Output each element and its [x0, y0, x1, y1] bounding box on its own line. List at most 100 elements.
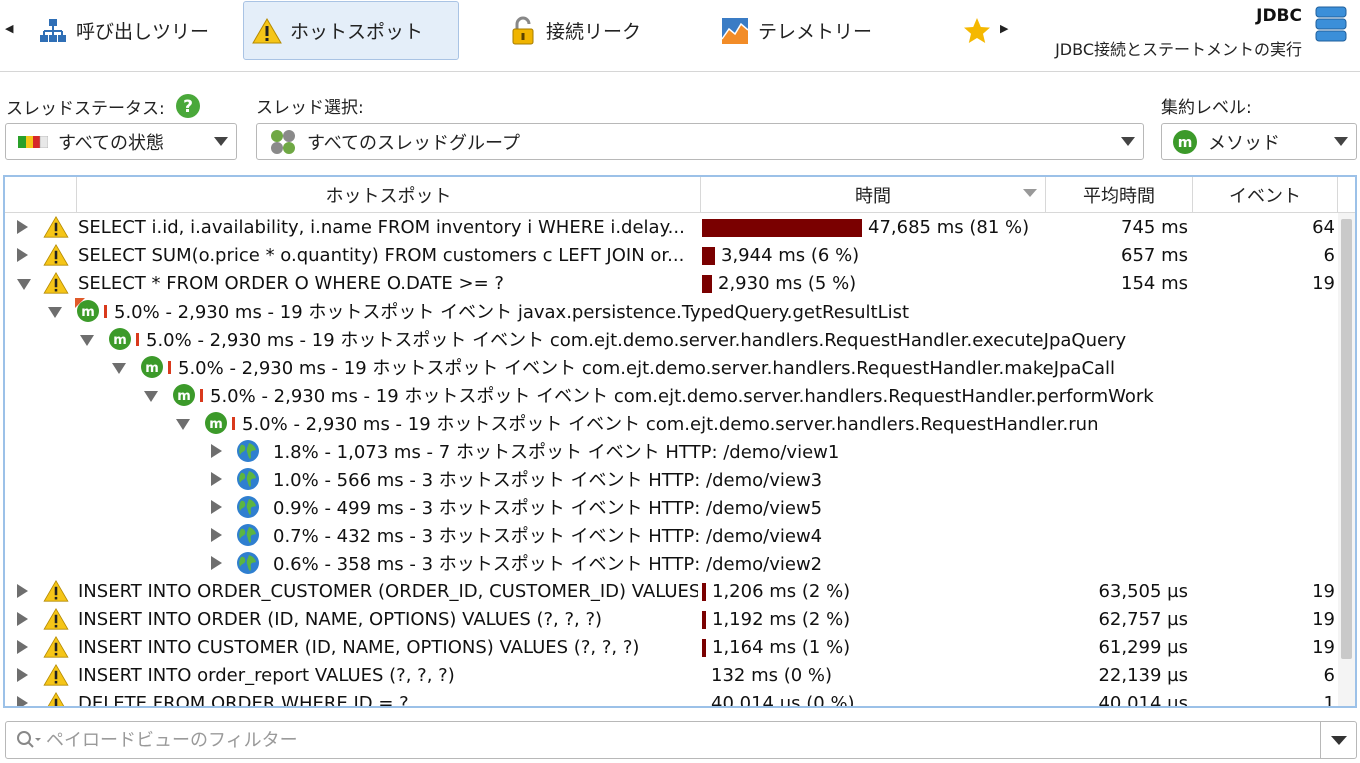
globe-icon [235, 549, 261, 577]
tree-toggle-icon[interactable] [176, 419, 190, 430]
table-row[interactable]: 0.6% - 358 ms - 3 ホットスポット イベント HTTP: /de… [5, 549, 1338, 577]
table-row[interactable]: INSERT INTO ORDER (ID, NAME, OPTIONS) VA… [5, 605, 1338, 633]
table-row[interactable]: m 5.0% - 2,930 ms - 19 ホットスポット イベント com.e… [5, 409, 1338, 437]
event-count-value: 19 [1312, 636, 1335, 658]
time-bar [702, 275, 712, 293]
avg-time-value: 22,139 µs [1098, 664, 1188, 686]
tree-toggle-icon[interactable] [144, 391, 158, 402]
tree-toggle-icon[interactable] [17, 612, 28, 626]
backtrace-text: 5.0% - 2,930 ms - 19 ホットスポット イベント com.ej… [242, 414, 1099, 435]
tree-toggle-icon[interactable] [17, 696, 28, 706]
call-tree-icon [38, 16, 68, 46]
thread-select-label: スレッド選択: [256, 98, 364, 118]
percent-marker [200, 389, 203, 402]
tree-toggle-icon[interactable] [211, 556, 222, 570]
tree-toggle-icon[interactable] [211, 528, 222, 542]
tab-hotspots[interactable]: ホットスポット [243, 1, 459, 60]
column-header-hotspot[interactable]: ホットスポット [77, 177, 701, 213]
hotspot-text: INSERT INTO ORDER_CUSTOMER (ORDER_ID, CU… [78, 580, 698, 602]
tree-toggle-icon[interactable] [80, 335, 94, 346]
table-row[interactable]: 0.9% - 499 ms - 3 ホットスポット イベント HTTP: /de… [5, 493, 1338, 521]
event-count-value: 19 [1312, 608, 1335, 630]
time-bar [702, 583, 706, 601]
thread-status-combo[interactable]: すべての状態 [5, 123, 237, 160]
scroll-left-arrow-icon[interactable]: ◀ [5, 22, 13, 35]
time-value: 3,944 ms (6 %) [721, 244, 860, 266]
hotspot-text: DELETE FROM ORDER WHERE ID = ? [78, 692, 409, 708]
percent-marker [104, 305, 107, 318]
thread-status-label: スレッドステータス: ? [6, 93, 201, 119]
time-bar [702, 247, 715, 265]
tree-toggle-icon[interactable] [17, 220, 28, 234]
hotspot-tree-table[interactable]: ホットスポット 時間 平均時間 イベント SELECT i.id, i.avai… [3, 175, 1357, 708]
tree-toggle-icon[interactable] [112, 363, 126, 374]
aggregation-combo[interactable]: m メソッド [1161, 123, 1357, 160]
table-row[interactable]: INSERT INTO ORDER_CUSTOMER (ORDER_ID, CU… [5, 577, 1338, 605]
tab-telemetry[interactable]: テレメトリー [712, 1, 880, 60]
star-icon[interactable] [962, 16, 992, 50]
time-value: 1,164 ms (1 %) [712, 636, 851, 658]
warning-icon [43, 241, 69, 269]
help-icon[interactable]: ? [175, 93, 201, 119]
svg-text:m: m [145, 361, 159, 376]
tree-toggle-icon[interactable] [211, 444, 222, 458]
event-count-value: 64 [1312, 216, 1335, 238]
aggregation-label: 集約レベル: [1161, 98, 1252, 118]
tab-call-tree[interactable]: 呼び出しツリー [30, 1, 217, 60]
backtrace-text: 5.0% - 2,930 ms - 19 ホットスポット イベント com.ej… [178, 358, 1116, 379]
hotspot-text: INSERT INTO order_report VALUES (?, ?, ?… [78, 664, 455, 686]
filter-dropdown-button[interactable] [1320, 722, 1356, 758]
svg-text:m: m [209, 417, 223, 432]
warning-icon [43, 689, 69, 706]
table-row[interactable]: INSERT INTO CUSTOMER (ID, NAME, OPTIONS)… [5, 633, 1338, 661]
avg-time-value: 154 ms [1121, 272, 1188, 294]
aggregation-value: メソッド [1208, 132, 1280, 154]
table-row[interactable]: m 5.0% - 2,930 ms - 19 ホットスポット イベント com.e… [5, 381, 1338, 409]
tab-connection-leaks[interactable]: 接続リーク [500, 1, 649, 60]
warning-icon [43, 605, 69, 633]
table-row[interactable]: m 5.0% - 2,930 ms - 19 ホットスポット イベント javax… [5, 297, 1338, 325]
svg-text:m: m [81, 305, 95, 320]
table-body: SELECT i.id, i.availability, i.name FROM… [5, 213, 1338, 708]
table-row[interactable]: SELECT i.id, i.availability, i.name FROM… [5, 213, 1338, 241]
table-row[interactable]: SELECT SUM(o.price * o.quantity) FROM cu… [5, 241, 1338, 269]
method-icon: m [107, 325, 133, 353]
tree-toggle-icon[interactable] [17, 640, 28, 654]
tree-toggle-icon[interactable] [17, 584, 28, 598]
scroll-right-arrow-icon[interactable]: ▶ [1000, 22, 1008, 35]
table-row[interactable]: m 5.0% - 2,930 ms - 19 ホットスポット イベント com.e… [5, 325, 1338, 353]
column-header-avg-time[interactable]: 平均時間 [1046, 177, 1193, 213]
thread-select-combo[interactable]: すべてのスレッドグループ [256, 123, 1144, 160]
method-icon: m [203, 409, 229, 437]
tree-toggle-icon[interactable] [211, 472, 222, 486]
tree-toggle-icon[interactable] [17, 279, 31, 290]
tree-toggle-icon[interactable] [17, 668, 28, 682]
svg-text:m: m [113, 333, 127, 348]
thread-status-colors-icon [18, 135, 48, 148]
request-text: 0.6% - 358 ms - 3 ホットスポット イベント HTTP: /de… [273, 554, 823, 575]
globe-icon [235, 493, 261, 521]
scrollbar-thumb[interactable] [1341, 219, 1352, 659]
tree-toggle-icon[interactable] [48, 307, 62, 318]
hotspot-text: INSERT INTO CUSTOMER (ID, NAME, OPTIONS)… [78, 636, 640, 658]
tree-toggle-icon[interactable] [211, 500, 222, 514]
search-icon[interactable] [16, 730, 42, 750]
tree-toggle-icon[interactable] [17, 248, 28, 262]
table-row[interactable]: INSERT INTO order_report VALUES (?, ?, ?… [5, 661, 1338, 689]
column-header-events[interactable]: イベント [1193, 177, 1338, 213]
table-row[interactable]: 1.8% - 1,073 ms - 7 ホットスポット イベント HTTP: /… [5, 437, 1338, 465]
svg-text:m: m [1178, 135, 1193, 151]
vertical-scrollbar[interactable] [1338, 213, 1355, 706]
table-row[interactable]: 1.0% - 566 ms - 3 ホットスポット イベント HTTP: /de… [5, 465, 1338, 493]
payload-filter-input[interactable] [46, 729, 1296, 751]
column-header-time[interactable]: 時間 [701, 177, 1046, 213]
request-text: 0.9% - 499 ms - 3 ホットスポット イベント HTTP: /de… [273, 498, 823, 519]
table-row[interactable]: DELETE FROM ORDER WHERE ID = ? 40,014 µs … [5, 689, 1338, 708]
table-row[interactable]: 0.7% - 432 ms - 3 ホットスポット イベント HTTP: /de… [5, 521, 1338, 549]
table-row[interactable]: SELECT * FROM ORDER O WHERE O.DATE >= ? 2… [5, 269, 1338, 297]
hotspot-text: SELECT i.id, i.availability, i.name FROM… [78, 216, 685, 238]
table-row[interactable]: m 5.0% - 2,930 ms - 19 ホットスポット イベント com.e… [5, 353, 1338, 381]
percent-marker [136, 333, 139, 346]
chevron-down-icon [1330, 735, 1347, 745]
warning-icon [252, 16, 282, 46]
